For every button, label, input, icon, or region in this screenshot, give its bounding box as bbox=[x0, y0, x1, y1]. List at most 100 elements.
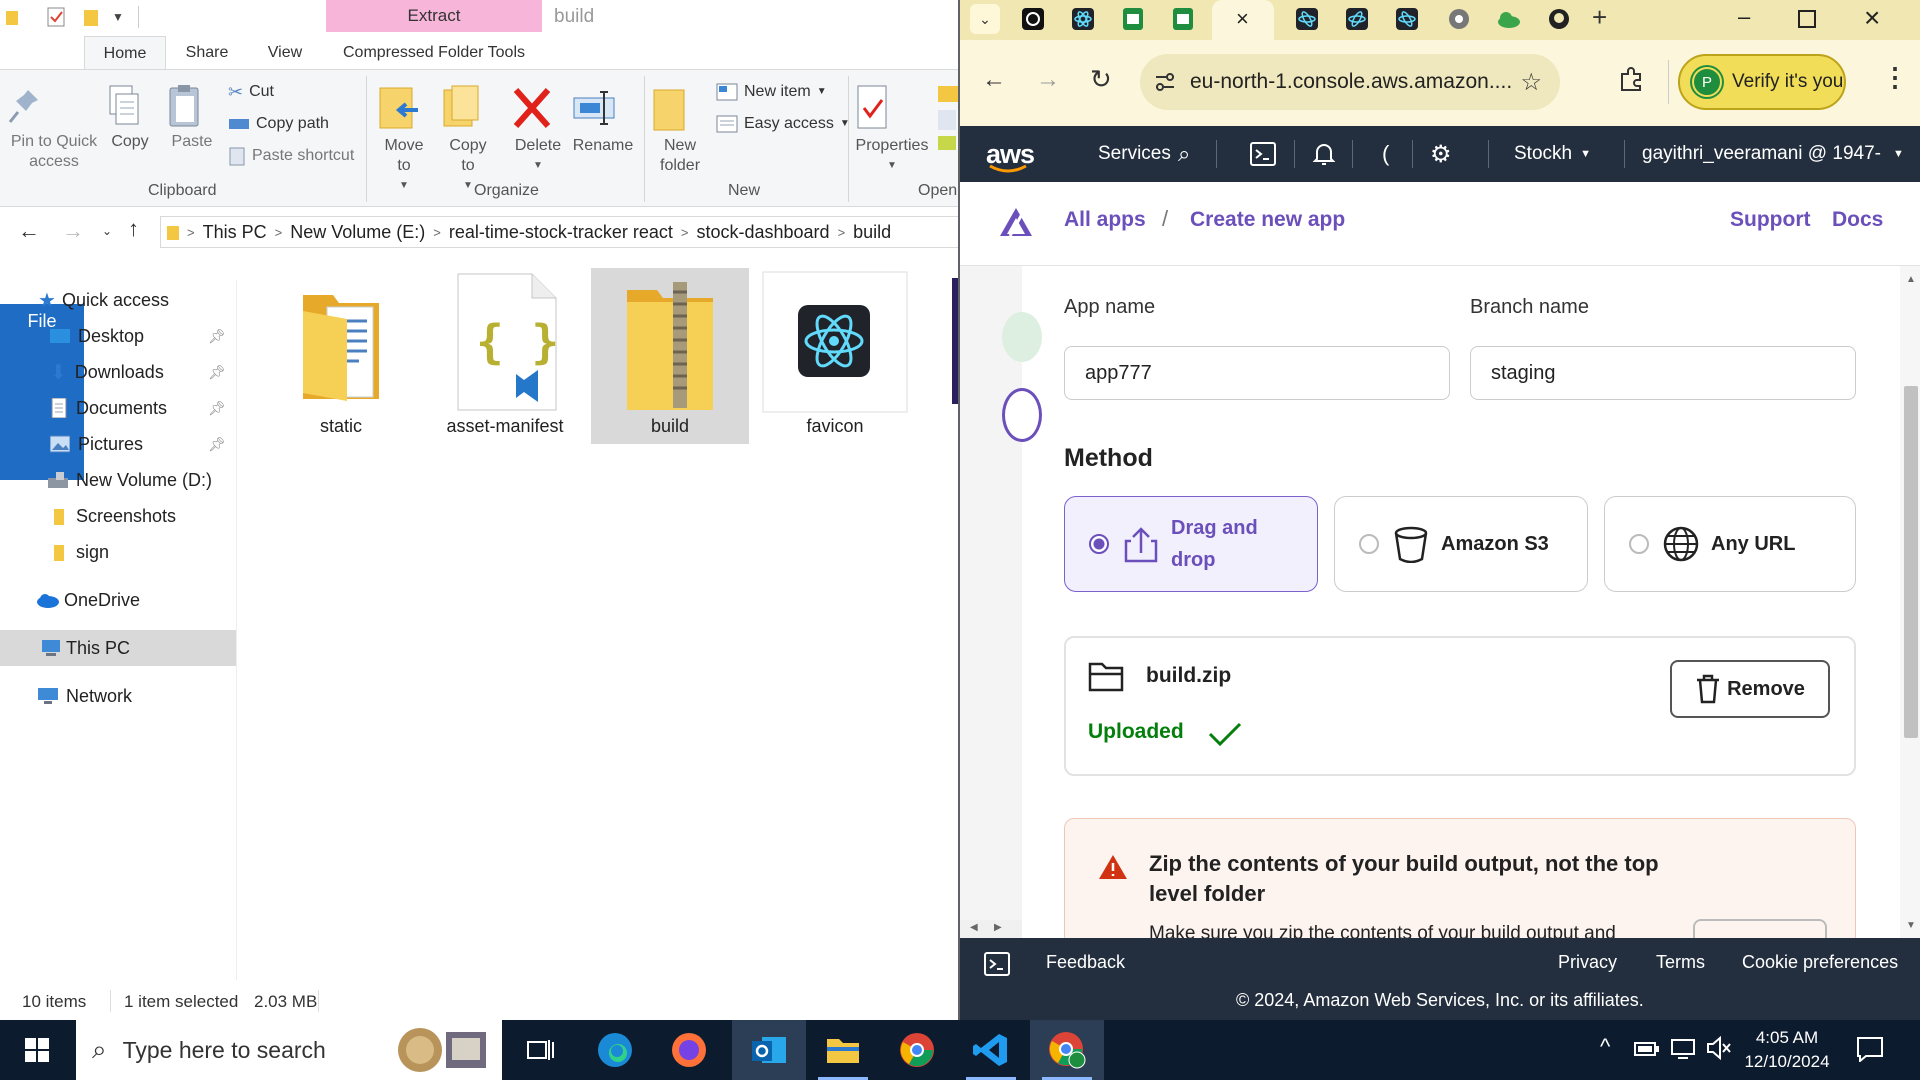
privacy-link[interactable]: Privacy bbox=[1558, 952, 1617, 973]
volume-muted-icon[interactable] bbox=[1706, 1036, 1732, 1060]
scrollbar-thumb[interactable] bbox=[1904, 386, 1918, 738]
delete-button[interactable]: Delete ▼ bbox=[510, 84, 566, 176]
rename-button[interactable]: Rename bbox=[570, 84, 636, 156]
move-to-button[interactable]: Move to ▼ bbox=[376, 84, 432, 196]
browser-tab[interactable] bbox=[1068, 4, 1098, 34]
method-option-any-url[interactable]: Any URL bbox=[1604, 496, 1856, 592]
back-arrow-icon[interactable]: ← bbox=[982, 66, 1006, 94]
browser-tab[interactable] bbox=[1168, 4, 1198, 34]
breadcrumb-item[interactable]: New Volume (E:) bbox=[282, 222, 433, 243]
nav-item-documents[interactable]: Documents 📌︎ bbox=[0, 390, 236, 426]
tab-view[interactable]: View bbox=[246, 36, 324, 70]
maximize-icon[interactable] bbox=[1798, 10, 1816, 28]
cloudshell-icon[interactable] bbox=[984, 952, 1010, 976]
nav-item-onedrive[interactable]: OneDrive bbox=[0, 582, 236, 618]
browser-tab[interactable] bbox=[1018, 4, 1048, 34]
forward-arrow-icon[interactable]: → bbox=[1036, 66, 1060, 94]
task-view-button[interactable] bbox=[504, 1020, 578, 1080]
vertical-scrollbar[interactable]: ▲ ▼ bbox=[1900, 266, 1920, 938]
horizontal-scrollbar[interactable]: ◀ ▶ bbox=[960, 920, 1022, 938]
scroll-right-icon[interactable]: ▶ bbox=[994, 922, 1002, 933]
properties-button[interactable]: Properties ▼ bbox=[852, 84, 932, 176]
tab-home[interactable]: Home bbox=[84, 36, 166, 70]
site-settings-icon[interactable] bbox=[1154, 72, 1176, 92]
url-text[interactable]: eu-north-1.console.aws.amazon.... bbox=[1190, 70, 1512, 94]
all-apps-link[interactable]: All apps bbox=[1064, 208, 1146, 232]
file-item-favicon[interactable]: favicon bbox=[756, 268, 914, 444]
amplify-logo-icon[interactable] bbox=[998, 206, 1034, 238]
breadcrumb-item[interactable]: This PC bbox=[195, 222, 275, 243]
file-item-static[interactable]: static bbox=[262, 268, 420, 444]
cloudshell-icon[interactable] bbox=[1250, 126, 1276, 182]
taskbar-edge[interactable] bbox=[578, 1020, 652, 1080]
recent-locations-icon[interactable]: ⌄ bbox=[102, 224, 112, 238]
paste-button[interactable]: Paste bbox=[164, 84, 220, 152]
browser-tab[interactable] bbox=[1494, 4, 1524, 34]
paste-shortcut-button[interactable]: Paste shortcut bbox=[228, 146, 354, 166]
system-clock[interactable]: 4:05 AM 12/10/2024 bbox=[1742, 1026, 1832, 1074]
method-option-drag-and-drop[interactable]: Drag and drop bbox=[1064, 496, 1318, 592]
close-tab-icon[interactable]: × bbox=[1236, 6, 1249, 32]
feedback-link[interactable]: Feedback bbox=[1046, 952, 1125, 973]
docs-link[interactable]: Docs bbox=[1832, 208, 1883, 232]
breadcrumb-item[interactable]: real-time-stock-tracker react bbox=[441, 222, 681, 243]
taskbar-outlook[interactable] bbox=[732, 1020, 806, 1080]
chevron-right-icon[interactable]: > bbox=[275, 225, 283, 240]
file-item-asset-manifest[interactable]: { } asset-manifest bbox=[426, 268, 584, 444]
taskbar-vscode[interactable] bbox=[954, 1020, 1028, 1080]
create-new-app-link[interactable]: Create new app bbox=[1190, 208, 1345, 232]
radio-unselected[interactable] bbox=[1359, 534, 1379, 554]
taskbar-chrome-profile[interactable] bbox=[1030, 1020, 1104, 1080]
up-arrow-icon[interactable]: ↑ bbox=[128, 216, 139, 242]
terms-link[interactable]: Terms bbox=[1656, 952, 1705, 973]
radio-selected[interactable] bbox=[1089, 534, 1109, 554]
copy-button[interactable]: Copy bbox=[104, 84, 156, 152]
nav-item-quick-access[interactable]: ★ Quick access bbox=[0, 282, 236, 318]
extract-context-tab[interactable]: Extract bbox=[326, 0, 542, 32]
scroll-down-icon[interactable]: ▼ bbox=[1906, 920, 1916, 931]
show-hidden-icons-chevron-icon[interactable]: ^ bbox=[1600, 1034, 1610, 1060]
notification-center-icon[interactable] bbox=[1856, 1036, 1884, 1062]
taskbar-file-explorer[interactable] bbox=[806, 1020, 880, 1080]
tab-compressed-folder-tools[interactable]: Compressed Folder Tools bbox=[326, 36, 542, 70]
breadcrumb-item[interactable]: stock-dashboard bbox=[688, 222, 837, 243]
chevron-right-icon[interactable]: > bbox=[838, 225, 846, 240]
nav-item-new-volume-d[interactable]: New Volume (D:) bbox=[0, 462, 236, 498]
settings-gear-icon[interactable]: ⚙ bbox=[1430, 126, 1452, 182]
notifications-bell-icon[interactable] bbox=[1312, 126, 1336, 182]
omnibox[interactable]: eu-north-1.console.aws.amazon.... ☆ bbox=[1140, 54, 1560, 110]
warning-action-button[interactable] bbox=[1693, 919, 1827, 938]
search-highlight-image[interactable] bbox=[394, 1026, 494, 1074]
reload-icon[interactable]: ↻ bbox=[1090, 64, 1112, 95]
partial-nav-item[interactable]: ( bbox=[1382, 126, 1389, 182]
browser-tab[interactable] bbox=[1292, 4, 1322, 34]
account-menu[interactable]: gayithri_veeramani @ 1947- ▼ bbox=[1642, 126, 1904, 182]
cut-button[interactable]: ✂ Cut bbox=[228, 82, 274, 102]
tab-search-button[interactable]: ⌄ bbox=[970, 4, 1000, 34]
extensions-icon[interactable] bbox=[1618, 66, 1644, 92]
back-arrow-icon[interactable]: ← bbox=[18, 218, 40, 244]
open-icon[interactable] bbox=[936, 84, 960, 154]
chevron-right-icon[interactable]: > bbox=[187, 225, 195, 240]
taskbar-chrome[interactable] bbox=[880, 1020, 954, 1080]
taskbar-search-box[interactable]: ⌕ Type here to search bbox=[76, 1020, 502, 1080]
support-link[interactable]: Support bbox=[1730, 208, 1810, 232]
nav-item-network[interactable]: Network bbox=[0, 678, 236, 714]
close-window-icon[interactable]: × bbox=[1864, 2, 1880, 34]
chevron-right-icon[interactable]: > bbox=[433, 225, 441, 240]
copy-path-button[interactable]: Copy path bbox=[228, 114, 329, 134]
active-browser-tab[interactable]: × bbox=[1212, 0, 1274, 40]
copy-to-button[interactable]: Copy to ▼ bbox=[440, 84, 496, 196]
battery-icon[interactable] bbox=[1634, 1040, 1660, 1058]
breadcrumb-item[interactable]: build bbox=[845, 222, 899, 243]
nav-item-pictures[interactable]: Pictures 📌︎ bbox=[0, 426, 236, 462]
customize-qat-icon[interactable]: ▼ bbox=[112, 10, 124, 24]
nav-item-desktop[interactable]: Desktop 📌︎ bbox=[0, 318, 236, 354]
verify-identity-button[interactable]: P Verify it's you bbox=[1678, 54, 1846, 110]
remove-button[interactable]: Remove bbox=[1670, 660, 1830, 718]
radio-unselected[interactable] bbox=[1629, 534, 1649, 554]
chrome-menu-icon[interactable]: ⋮ bbox=[1882, 62, 1908, 93]
minimize-icon[interactable]: – bbox=[1738, 4, 1750, 30]
cookie-preferences-link[interactable]: Cookie preferences bbox=[1742, 952, 1898, 973]
file-item-build-zip[interactable]: build bbox=[591, 268, 749, 444]
